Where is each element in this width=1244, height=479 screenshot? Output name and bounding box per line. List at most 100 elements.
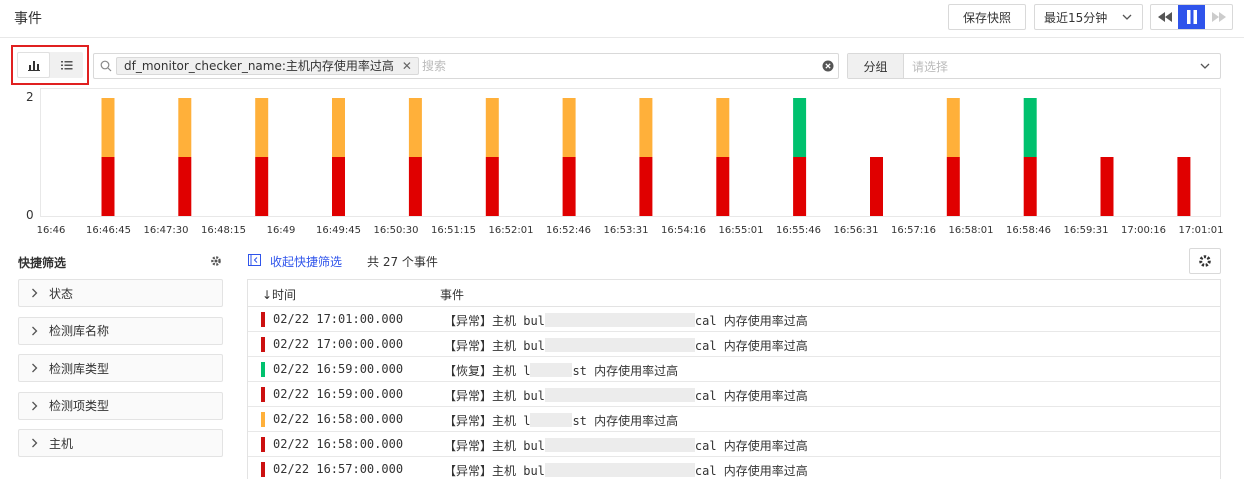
search-input[interactable] (422, 57, 802, 75)
filter-tag[interactable]: df_monitor_checker_name:主机内存使用率过高 ✕ (116, 57, 419, 75)
group-by-placeholder: 请选择 (912, 59, 949, 74)
table-row[interactable]: 02/22 16:58:00.000 【异常】主机 bul cal 内存使用率过高 (248, 432, 1220, 457)
x-tick-label: 17:01:01 (1179, 225, 1224, 236)
event-count: 共 27 个事件 (367, 255, 438, 269)
collapse-panel-icon[interactable] (248, 254, 261, 266)
list-view-button[interactable] (50, 52, 83, 78)
event-title: 【异常】主机 bul cal 内存使用率过高 (444, 312, 808, 329)
status-indicator (261, 462, 265, 477)
list-icon (60, 61, 72, 70)
event-title-suffix: cal 内存使用率过高 (694, 389, 808, 403)
gear-icon[interactable] (210, 255, 222, 267)
save-snapshot-button[interactable]: 保存快照 (948, 4, 1026, 30)
group-by-select[interactable]: 请选择 (904, 54, 1220, 78)
page-header: 事件 保存快照 最近15分钟 (0, 0, 1244, 38)
x-tick-label: 16:47:30 (144, 225, 189, 236)
table-row[interactable]: 02/22 16:57:00.000 【异常】主机 bul cal 内存使用率过高 (248, 457, 1220, 479)
clear-icon[interactable] (822, 60, 834, 72)
chart-bar-segment (408, 157, 422, 216)
collapse-quick-filter-link[interactable]: 收起快捷筛选 (270, 253, 342, 270)
search-box: df_monitor_checker_name:主机内存使用率过高 ✕ (93, 53, 839, 79)
chart-bar-segment (178, 157, 192, 216)
rewind-button[interactable] (1151, 5, 1178, 29)
column-header-time[interactable]: ↓时间 (262, 286, 296, 303)
x-tick-label: 16:49:45 (316, 225, 361, 236)
time-range-select[interactable]: 最近15分钟 (1034, 4, 1143, 30)
redacted-hostname (530, 363, 573, 377)
chart-bar-segment (870, 157, 883, 216)
status-indicator (261, 337, 265, 352)
event-title-prefix: 【异常】主机 bul (444, 439, 545, 453)
x-tick-label: 16:52:46 (546, 225, 591, 236)
redacted-hostname (544, 338, 695, 352)
event-table: ↓时间 事件 02/22 17:01:00.000 【异常】主机 bul cal 内… (247, 279, 1221, 479)
table-row[interactable]: 02/22 16:59:00.000 【异常】主机 bul cal 内存使用率过高 (248, 382, 1220, 407)
event-title-prefix: 【异常】主机 l (444, 414, 531, 428)
event-time: 02/22 16:57:00.000 (273, 462, 404, 476)
chart-bar-segment (1100, 157, 1114, 216)
table-body: 02/22 17:01:00.000 【异常】主机 bul cal 内存使用率过高 0… (248, 307, 1220, 479)
event-title-suffix: st 内存使用率过高 (572, 364, 679, 378)
quick-filter-label: 状态 (49, 286, 74, 301)
chart-bar-segment (485, 157, 499, 216)
table-row[interactable]: 02/22 16:59:00.000 【恢复】主机 l st 内存使用率过高 (248, 357, 1220, 382)
status-indicator (261, 412, 265, 427)
x-tick-label: 16:48:15 (201, 225, 246, 236)
chart-bar-segment (332, 98, 345, 157)
x-tick-label: 16:46 (37, 225, 66, 236)
close-icon[interactable]: ✕ (402, 58, 412, 74)
event-title-prefix: 【恢复】主机 l (444, 364, 531, 378)
event-title-suffix: st 内存使用率过高 (572, 414, 679, 428)
event-time: 02/22 16:59:00.000 (273, 362, 404, 376)
time-range-label: 最近15分钟 (1044, 10, 1108, 25)
event-title: 【异常】主机 bul cal 内存使用率过高 (444, 437, 808, 454)
quick-filter-item[interactable]: 检测库类型 (18, 354, 223, 382)
chart-bar-segment (946, 157, 960, 216)
chevron-right-icon (19, 363, 49, 373)
x-tick-label: 16:53:31 (604, 225, 649, 236)
event-title-prefix: 【异常】主机 bul (444, 389, 545, 403)
status-indicator (261, 312, 265, 327)
chevron-right-icon (19, 326, 49, 336)
chart-bar-segment (255, 98, 269, 157)
pause-button[interactable] (1178, 5, 1205, 29)
table-row[interactable]: 02/22 17:00:00.000 【异常】主机 bul cal 内存使用率过高 (248, 332, 1220, 357)
pause-icon (1186, 10, 1197, 24)
fast-forward-icon (1211, 12, 1226, 22)
x-tick-label: 16:50:30 (374, 225, 419, 236)
quick-filter-label: 检测库名称 (49, 324, 110, 338)
quick-filter-item[interactable]: 检测库名称 (18, 316, 223, 345)
quick-filter-label: 主机 (49, 436, 74, 451)
status-indicator (261, 362, 265, 377)
x-tick-label: 16:56:31 (834, 225, 879, 236)
event-title: 【异常】主机 bul cal 内存使用率过高 (444, 462, 808, 479)
quick-filter-item[interactable]: 状态 (18, 279, 223, 307)
view-toggle (17, 52, 83, 78)
quick-filter-item[interactable]: 主机 (18, 429, 223, 457)
chart-bar-segment (639, 98, 653, 157)
chevron-down-icon (1122, 14, 1132, 20)
event-title: 【恢复】主机 l st 内存使用率过高 (444, 362, 678, 379)
group-by-control: 分组 请选择 (847, 53, 1221, 79)
rewind-icon (1157, 12, 1172, 22)
quick-filter-item[interactable]: 检测项类型 (18, 391, 223, 420)
table-header: ↓时间 事件 (248, 280, 1220, 307)
event-title-suffix: cal 内存使用率过高 (694, 339, 808, 353)
fast-forward-button[interactable] (1205, 5, 1232, 29)
group-by-label: 分组 (848, 54, 904, 78)
redacted-hostname (544, 388, 695, 402)
chart-bar-segment (1177, 157, 1191, 216)
list-settings-button[interactable] (1189, 248, 1221, 274)
chart-bar-segment (485, 98, 499, 157)
chart-frame (40, 88, 1221, 217)
x-tick-label: 16:51:15 (431, 225, 476, 236)
event-title-prefix: 【异常】主机 bul (444, 464, 545, 478)
table-row[interactable]: 02/22 16:58:00.000 【异常】主机 l st 内存使用率过高 (248, 407, 1220, 432)
y-tick-label: 2 (26, 90, 34, 104)
table-row[interactable]: 02/22 17:01:00.000 【异常】主机 bul cal 内存使用率过高 (248, 307, 1220, 332)
view-toggle-highlight (11, 45, 89, 85)
chart-bar-segment (716, 157, 730, 216)
x-tick-label: 16:52:01 (489, 225, 534, 236)
chart-bar-segment (408, 98, 422, 157)
chart-view-button[interactable] (17, 52, 50, 78)
